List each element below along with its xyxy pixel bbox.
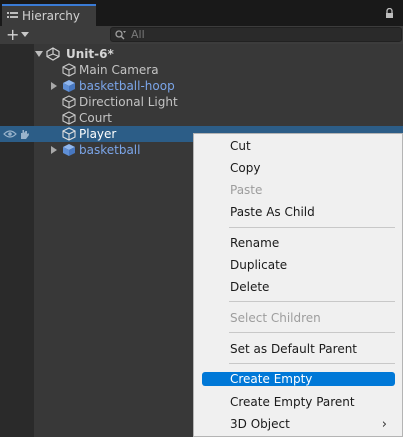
gameobject-cube-icon: [62, 63, 76, 77]
hierarchy-item-label: basketball: [79, 143, 141, 157]
plus-icon: +: [6, 25, 20, 44]
eye-icon[interactable]: [3, 129, 17, 139]
menu-separator: [229, 227, 395, 228]
context-menu: Cut Copy Paste Paste As Child Rename Dup…: [193, 133, 403, 437]
lock-icon[interactable]: [385, 8, 394, 19]
hierarchy-item-label: Player: [79, 127, 117, 141]
menu-item-create-empty[interactable]: Create Empty: [202, 372, 395, 386]
menu-item-paste: Paste: [230, 183, 263, 197]
pickable-hand-icon[interactable]: [18, 128, 30, 140]
gameobject-cube-icon: [62, 95, 76, 109]
hierarchy-toolbar: + All: [0, 26, 403, 44]
hierarchy-item-basketball-hoop[interactable]: basketball-hoop: [0, 78, 403, 94]
search-placeholder: All: [131, 28, 145, 41]
search-icon: [115, 29, 126, 39]
tab-title: Hierarchy: [22, 9, 81, 23]
menu-item-copy[interactable]: Copy: [202, 161, 395, 175]
expand-arrow-icon[interactable]: [51, 146, 57, 154]
menu-item-create-empty-parent[interactable]: Create Empty Parent: [202, 395, 395, 409]
search-input[interactable]: All: [110, 27, 402, 42]
hierarchy-item-label: Court: [79, 111, 112, 125]
hierarchy-item-directional-light[interactable]: Directional Light: [0, 94, 403, 110]
menu-separator: [229, 301, 395, 302]
scene-label: Unit-6*: [66, 47, 114, 61]
tab-bar: Hierarchy: [0, 0, 403, 26]
expand-arrow-icon[interactable]: [51, 82, 57, 90]
menu-item-select-children: Select Children: [230, 311, 321, 325]
unity-scene-icon: [46, 47, 60, 61]
create-button[interactable]: +: [6, 25, 30, 44]
gameobject-cube-icon: [62, 111, 76, 125]
gameobject-cube-icon: [62, 127, 76, 141]
hierarchy-item-court[interactable]: Court: [0, 110, 403, 126]
scene-row[interactable]: Unit-6*: [0, 46, 403, 62]
hierarchy-item-main-camera[interactable]: Main Camera: [0, 62, 403, 78]
expand-arrow-icon[interactable]: [35, 51, 43, 57]
list-icon: [7, 12, 18, 18]
menu-item-paste-as-child[interactable]: Paste As Child: [202, 205, 395, 219]
hierarchy-item-label: Directional Light: [79, 95, 178, 109]
hierarchy-item-label: basketball-hoop: [79, 79, 175, 93]
submenu-arrow-icon: ›: [381, 416, 387, 432]
menu-separator: [229, 332, 395, 333]
menu-item-duplicate[interactable]: Duplicate: [202, 258, 395, 272]
hierarchy-item-label: Main Camera: [79, 63, 159, 77]
prefab-cube-icon: [63, 80, 75, 92]
menu-item-3d-object[interactable]: 3D Object ›: [202, 416, 395, 432]
prefab-cube-icon: [63, 144, 75, 156]
menu-item-rename[interactable]: Rename: [202, 236, 395, 250]
chevron-down-icon: [21, 32, 30, 37]
tab-hierarchy[interactable]: Hierarchy: [2, 4, 96, 26]
menu-item-set-as-default-parent[interactable]: Set as Default Parent: [202, 342, 395, 356]
menu-item-cut[interactable]: Cut: [202, 139, 395, 153]
menu-item-delete[interactable]: Delete: [202, 280, 395, 294]
menu-separator: [229, 363, 395, 364]
